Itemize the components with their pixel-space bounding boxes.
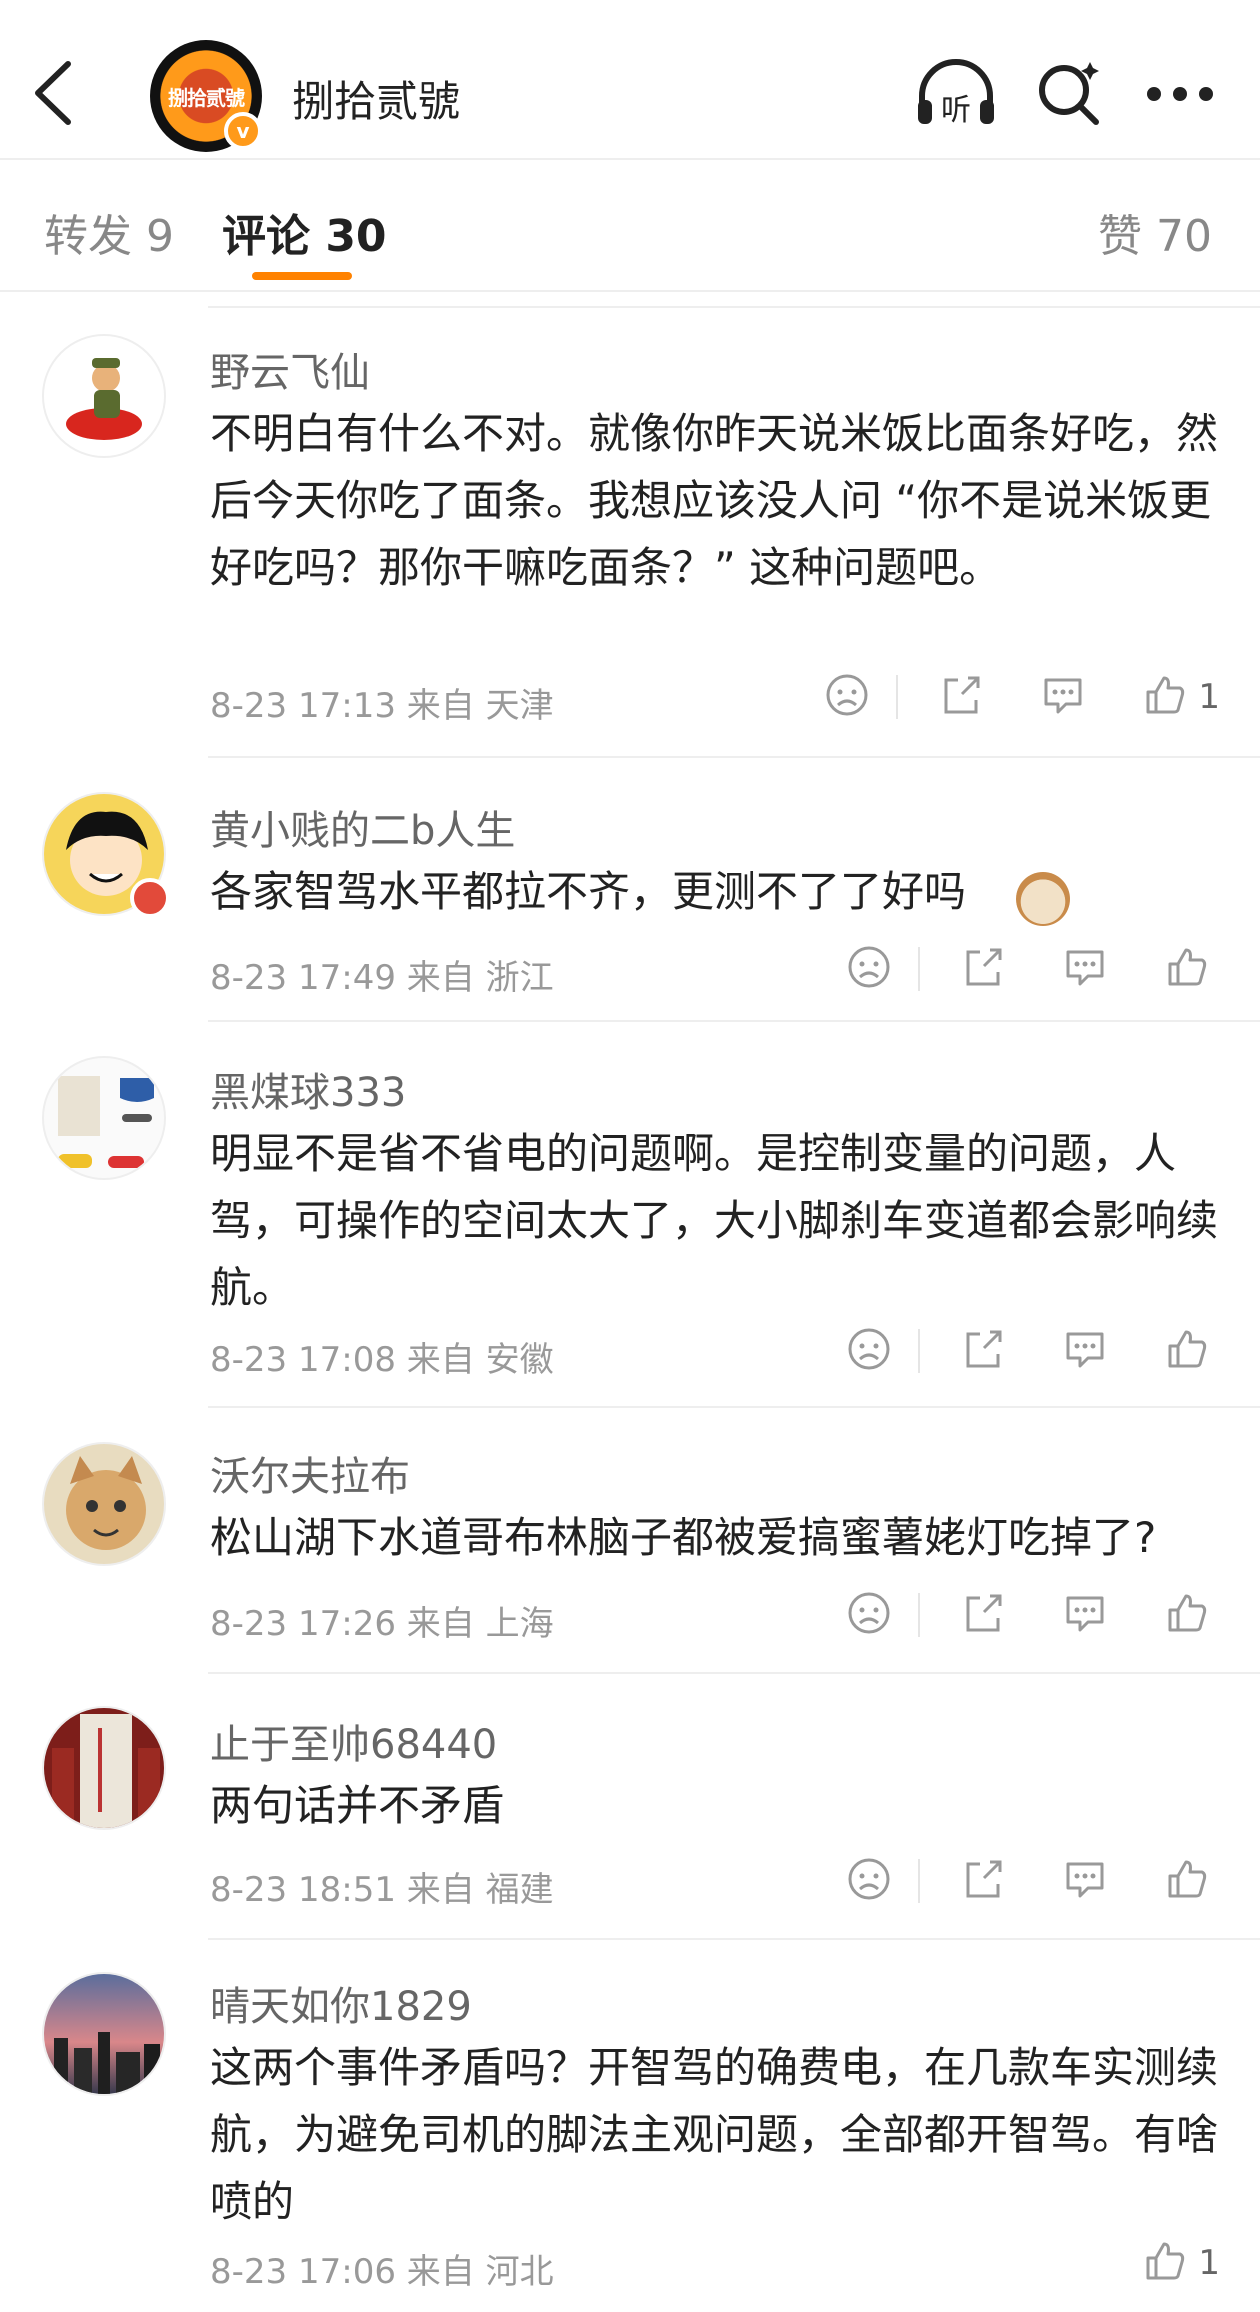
avatar[interactable] [42,1706,166,1830]
comment-author[interactable]: 黄小贱的二b人生 [210,798,515,856]
dislike-icon[interactable] [846,1326,896,1376]
search-icon[interactable] [1036,60,1102,126]
comment-meta: 8-23 17:06 来自 河北 [210,2252,554,2292]
reply-icon[interactable] [1062,1326,1112,1376]
comment-actions: 1 [824,672,1220,722]
action-divider [918,947,920,991]
comment-author[interactable]: 晴天如你1829 [210,1974,472,2032]
top-bar: 捌拾贰號 v 捌拾贰號 听 [0,0,1260,160]
action-divider [918,1859,920,1903]
avatar[interactable] [42,334,166,458]
comment-author[interactable]: 野云飞仙 [210,340,370,398]
comment-actions [846,1856,1220,1906]
action-divider [918,1329,920,1373]
back-icon[interactable] [32,60,76,126]
comment-text: 两句话并不矛盾 [210,1781,505,1830]
dislike-icon[interactable] [846,944,896,994]
comment-meta: 8-23 17:26 来自 上海 [210,1604,554,1644]
dislike-icon[interactable] [846,1856,896,1906]
comment-meta: 8-23 17:13 来自 天津 [210,686,554,726]
action-divider [896,675,899,719]
comment-meta: 8-23 17:08 来自 安徽 [210,1340,554,1380]
active-tab-indicator [252,272,352,280]
divider [208,1020,1260,1022]
comment-author[interactable]: 黑煤球333 [210,1060,406,1118]
like-count: 1 [1198,2243,1220,2283]
comment-text: 明显不是省不省电的问题啊。是控制变量的问题，人驾，可操作的空间太大了，大小脚刹车… [210,1129,1219,1312]
like-icon[interactable] [1142,2238,1192,2288]
listen-label: 听 [941,93,971,128]
share-icon[interactable] [960,1590,1010,1640]
like-icon[interactable] [1164,1856,1214,1906]
reply-icon[interactable] [1062,1590,1112,1640]
comment-text: 不明白有什么不对。就像你昨天说米饭比面条好吃，然后今天你吃了面条。我想应该没人问… [210,409,1219,592]
avatar-logo-text: 捌拾贰號 [168,86,245,110]
avatar[interactable] [42,1972,166,2096]
like-icon[interactable] [1142,672,1192,722]
comment-text: 这两个事件矛盾吗？开智驾的确费电，在几款车实测续航，为避免司机的脚法主观问题，全… [210,2043,1219,2226]
comment-meta: 8-23 17:49 来自 浙江 [210,958,554,998]
divider [208,1672,1260,1674]
share-icon[interactable] [938,672,988,722]
reply-icon[interactable] [1062,944,1112,994]
share-icon[interactable] [960,944,1010,994]
avatar[interactable] [42,1442,166,1566]
avatar[interactable] [42,1056,166,1180]
share-icon[interactable] [960,1856,1010,1906]
like-count: 1 [1198,677,1220,717]
comment-actions [846,1326,1220,1376]
share-icon[interactable] [960,1326,1010,1376]
tab-bar: 转发 9 评论 30 赞 70 [0,160,1260,292]
divider [208,1406,1260,1408]
listen-icon[interactable]: 听 [914,58,998,128]
badge-icon [130,878,170,918]
like-icon[interactable] [1164,944,1214,994]
divider [208,306,1260,308]
comment-actions [846,944,1220,994]
comment-actions: 1 [1142,2238,1220,2288]
cat-emoji-icon [1016,872,1070,926]
action-divider [918,1593,920,1637]
divider [208,756,1260,758]
verified-badge-icon: v [224,112,262,150]
reply-icon[interactable] [1040,672,1090,722]
like-icon[interactable] [1164,1590,1214,1640]
comment-text: 松山湖下水道哥布林脑子都被爱搞蜜薯姥灯吃掉了? [210,1513,1157,1562]
tab-repost[interactable]: 转发 9 [44,200,174,264]
comment-actions [846,1590,1220,1640]
comment-text: 各家智驾水平都拉不齐，更测不了了好吗 [210,867,967,916]
like-icon[interactable] [1164,1326,1214,1376]
tab-likes[interactable]: 赞 70 [1098,200,1212,264]
reply-icon[interactable] [1062,1856,1112,1906]
dislike-icon[interactable] [824,672,874,722]
comment-author[interactable]: 止于至帅68440 [210,1712,497,1770]
tab-comments[interactable]: 评论 30 [222,200,387,264]
comment-author[interactable]: 沃尔夫拉布 [210,1444,410,1502]
comment-meta: 8-23 18:51 来自 福建 [210,1870,554,1910]
divider [208,1938,1260,1940]
dislike-icon[interactable] [846,1590,896,1640]
account-name[interactable]: 捌拾贰號 [292,68,460,129]
more-icon[interactable] [1144,84,1216,104]
